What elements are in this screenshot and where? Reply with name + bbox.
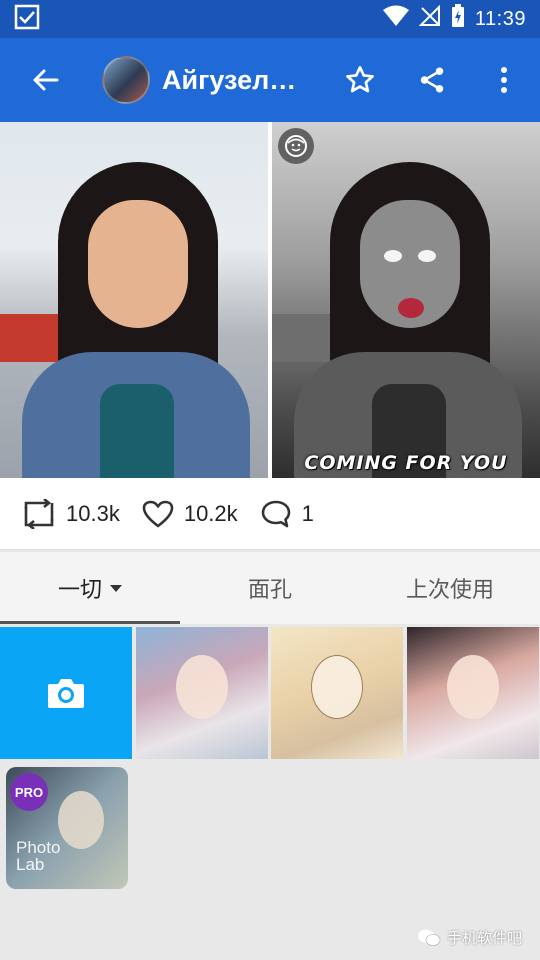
post-images: COMING FOR YOU	[0, 122, 540, 478]
tab-label: 一切	[57, 578, 102, 603]
battery-charging-icon	[451, 4, 465, 34]
tab-recent[interactable]: 上次使用	[360, 552, 540, 624]
face-shape	[311, 655, 363, 719]
more-options-button[interactable]	[468, 38, 540, 122]
photo-lab-label-line1: Photo	[16, 838, 61, 857]
tab-faces[interactable]: 面孔	[180, 552, 360, 624]
photo-lab-label: Photo Lab	[16, 839, 60, 873]
like-button[interactable]: 10.2k	[142, 500, 238, 528]
page-title: Айгузель Ы...	[162, 64, 312, 95]
repeat-icon	[24, 498, 54, 529]
favorite-button[interactable]	[324, 38, 396, 122]
comment-count: 1	[301, 500, 314, 526]
share-button[interactable]	[396, 38, 468, 122]
app-bar: Айгузель Ы...	[0, 38, 540, 122]
caret-down-icon	[110, 584, 122, 592]
original-photo[interactable]	[0, 122, 268, 478]
tab-label: 上次使用	[405, 578, 494, 603]
heart-outline-icon	[142, 500, 174, 527]
more-vert-icon	[501, 67, 507, 93]
wechat-icon	[417, 929, 441, 946]
photo-lab-pro-tile[interactable]: PRO Photo Lab	[6, 767, 128, 889]
pro-badge: PRO	[10, 773, 48, 811]
photo-lab-label-line2: Lab	[16, 855, 45, 874]
face-shape	[58, 791, 104, 849]
comment-button[interactable]: 1	[260, 499, 314, 529]
arrow-back-icon	[33, 69, 59, 91]
camera-icon	[48, 679, 84, 708]
face-icon	[285, 135, 307, 157]
gallery-photo[interactable]	[407, 627, 539, 759]
watermark: 手机软件吧	[417, 927, 522, 948]
status-bar: 11:39	[0, 0, 540, 38]
shirt-shape	[100, 384, 174, 478]
face-shape	[176, 655, 228, 719]
wifi-icon	[382, 5, 409, 33]
avatar[interactable]	[102, 56, 150, 104]
edited-photo[interactable]: COMING FOR YOU	[272, 122, 540, 478]
filter-tabs: 一切 面孔 上次使用	[0, 552, 540, 624]
effect-caption: COMING FOR YOU	[304, 452, 508, 474]
eye-left	[384, 250, 402, 262]
tab-label: 面孔	[247, 578, 292, 603]
share-icon	[420, 67, 444, 93]
repost-button[interactable]: 10.3k	[22, 498, 120, 529]
checklist-notification-icon	[14, 4, 40, 35]
eye-right	[418, 250, 436, 262]
like-count: 10.2k	[183, 500, 238, 526]
status-time: 11:39	[474, 7, 526, 30]
face-shape	[447, 655, 499, 719]
repost-count: 10.3k	[66, 500, 120, 526]
camera-button[interactable]	[0, 627, 132, 759]
tab-all[interactable]: 一切	[0, 552, 180, 624]
mouth	[398, 298, 424, 318]
watermark-text: 手机软件吧	[446, 929, 522, 947]
gallery-photo[interactable]	[271, 627, 403, 759]
comment-icon	[261, 500, 290, 527]
face-shape	[88, 200, 188, 328]
post-stats: 10.3k 10.2k 1	[0, 478, 540, 550]
face-effect-badge[interactable]	[278, 128, 314, 164]
no-signal-icon	[418, 4, 441, 33]
photo-grid: PRO Photo Lab	[0, 627, 540, 960]
gallery-photo[interactable]	[136, 627, 268, 759]
back-button[interactable]	[0, 38, 90, 122]
star-outline-icon	[346, 66, 374, 93]
